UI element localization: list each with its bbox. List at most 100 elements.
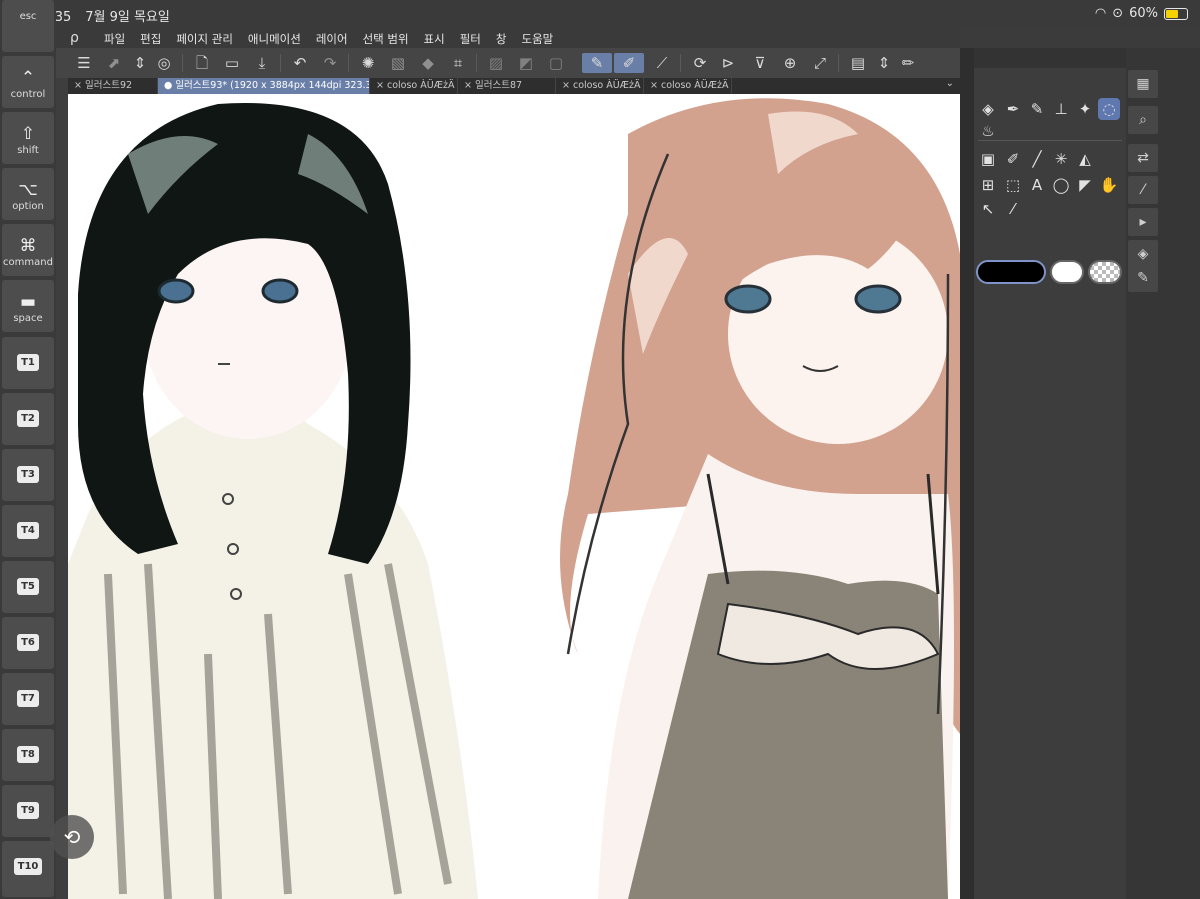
status-date: 7월 9일 목요일 <box>85 10 170 25</box>
menu-help[interactable]: 도움말 <box>521 31 553 47</box>
tabs-dropdown-icon[interactable]: ⌄ <box>946 78 954 89</box>
open-folder-icon[interactable]: ▭ <box>222 53 242 73</box>
text-icon[interactable]: A <box>1026 174 1048 196</box>
blend-icon[interactable]: ♨ <box>977 120 999 142</box>
canvas-settings-icon[interactable]: ▤ <box>848 53 868 73</box>
spiral-icon[interactable]: ◎ <box>154 53 174 73</box>
right-eye-left <box>724 284 772 314</box>
option-key[interactable]: ⌥ option <box>2 168 54 220</box>
menu-view[interactable]: 표시 <box>424 31 445 47</box>
menu-window[interactable]: 창 <box>496 31 507 47</box>
flip-vertical-icon[interactable]: ⊽ <box>750 53 770 73</box>
fill-pen-icon[interactable]: ✐ <box>1002 148 1024 170</box>
t2-key[interactable]: T2 <box>2 393 54 445</box>
ruler-icon[interactable]: ⟋ <box>652 53 672 73</box>
tab-illust93[interactable]: ● 일러스트93* (1920 x 3884px 144dpi 323.3%) <box>158 78 370 94</box>
sub-tool-icon[interactable]: ⇄ <box>1128 144 1158 172</box>
new-file-icon[interactable]: 🗋 <box>192 53 212 73</box>
t6-key[interactable]: T6 <box>2 617 54 669</box>
pen-icon[interactable]: ✒ <box>1002 98 1024 120</box>
t4-key[interactable]: T4 <box>2 505 54 557</box>
tab-coloso-1[interactable]: × coloso ÀÜÆżÄ <box>370 78 458 94</box>
menu-edit[interactable]: 편집 <box>140 31 161 47</box>
grid-icon[interactable]: ⊞ <box>977 174 999 196</box>
toolbar-divider <box>680 54 681 72</box>
pen-ruler-icon[interactable]: ✎ <box>582 53 612 73</box>
tab-illust87[interactable]: × 일러스트87 <box>458 78 556 94</box>
toolbar-divider <box>476 54 477 72</box>
rotate-canvas-icon[interactable]: ⟳ <box>690 53 710 73</box>
zoom-icon[interactable]: ⊕ <box>780 53 800 73</box>
shift-key[interactable]: ⇧ shift <box>2 112 54 164</box>
t9-key[interactable]: T9 <box>2 785 54 837</box>
pen-icon[interactable]: ✎ <box>1128 264 1158 292</box>
navigator-icon[interactable]: ▦ <box>1128 70 1158 98</box>
updown-icon[interactable]: ⇕ <box>130 53 150 73</box>
stamp-icon[interactable]: ⊥ <box>1050 98 1072 120</box>
t8-key[interactable]: T8 <box>2 729 54 781</box>
select-layer-icon[interactable]: ⬚ <box>1002 174 1024 196</box>
sub-color-swatch[interactable] <box>1050 260 1084 284</box>
frame-icon[interactable]: ◤ <box>1074 174 1096 196</box>
tab-coloso-3[interactable]: × coloso ÀÜÆżÄ <box>644 78 732 94</box>
redo-icon[interactable]: ↷ <box>320 53 340 73</box>
space-key[interactable]: ▬ space <box>2 280 54 332</box>
deselect-icon[interactable]: ▨ <box>486 53 506 73</box>
transform-icon[interactable]: ⬈ <box>104 53 124 73</box>
command-key[interactable]: ⌘ command <box>2 224 54 276</box>
t1-key[interactable]: T1 <box>2 337 54 389</box>
balloon-icon[interactable]: ◯ <box>1050 174 1072 196</box>
save-icon[interactable]: ⤓ <box>252 53 272 73</box>
gradient-icon[interactable]: ▣ <box>977 148 999 170</box>
tab-illust92[interactable]: × 일러스트92 <box>68 78 158 94</box>
sparkle-icon[interactable]: ✦ <box>1074 98 1096 120</box>
right-panel-strip[interactable] <box>960 48 974 899</box>
menu-animation[interactable]: 애니메이션 <box>248 31 301 47</box>
t5-key[interactable]: T5 <box>2 561 54 613</box>
hamburger-icon[interactable]: ☰ <box>74 53 94 73</box>
eyedropper-icon[interactable]: ⁄ <box>1002 198 1024 220</box>
control-key[interactable]: ⌃ control <box>2 56 54 108</box>
hand-icon[interactable]: ✋ <box>1098 174 1120 196</box>
clear-icon[interactable]: ▧ <box>388 53 408 73</box>
bucket-icon[interactable]: ◭ <box>1074 148 1096 170</box>
flip-horizontal-icon[interactable]: ⊳ <box>718 53 738 73</box>
t3-key[interactable]: T3 <box>2 449 54 501</box>
toolbar-divider <box>838 54 839 72</box>
fill-icon[interactable]: ◆ <box>418 53 438 73</box>
esc-key[interactable]: esc <box>2 0 54 52</box>
t10-key[interactable]: T10 <box>2 841 54 897</box>
updown-icon[interactable]: ⇕ <box>874 53 894 73</box>
menu-layer[interactable]: 레이어 <box>316 31 348 47</box>
right-eye-right <box>854 284 902 314</box>
menu-file[interactable]: 파일 <box>104 31 125 47</box>
object-select-icon[interactable]: ↖ <box>977 198 999 220</box>
animation-icon[interactable]: ▸ <box>1128 208 1158 236</box>
menu-page[interactable]: 페이지 관리 <box>176 31 233 47</box>
loading-icon[interactable]: ✺ <box>358 53 378 73</box>
app-logo-icon[interactable]: ρ <box>70 30 79 46</box>
brush-size-icon[interactable]: ⁄ <box>1128 176 1158 204</box>
t7-key[interactable]: T7 <box>2 673 54 725</box>
fit-screen-icon[interactable]: ⤢ <box>810 53 830 73</box>
rotate-view-button[interactable]: ⟲ <box>50 815 94 859</box>
transparent-color-swatch[interactable] <box>1088 260 1122 284</box>
tab-coloso-2[interactable]: × coloso ÀÜÆżÄ <box>556 78 644 94</box>
eraser-icon[interactable]: ◈ <box>977 98 999 120</box>
brush-ruler-icon[interactable]: ✐ <box>614 53 644 73</box>
pencil-icon[interactable]: ✎ <box>1026 98 1048 120</box>
left-panel-strip[interactable] <box>56 48 68 899</box>
crop-icon[interactable]: ⌗ <box>448 53 468 73</box>
magic-wand-icon[interactable]: ✳ <box>1050 148 1072 170</box>
pen-edit-icon[interactable]: ✏ <box>898 53 918 73</box>
search-icon[interactable]: ⌕ <box>1128 106 1158 134</box>
drawing-canvas[interactable] <box>68 94 960 899</box>
lasso-icon[interactable]: ◌ <box>1098 98 1120 120</box>
invert-selection-icon[interactable]: ◩ <box>516 53 536 73</box>
menu-filter[interactable]: 필터 <box>460 31 481 47</box>
undo-icon[interactable]: ↶ <box>290 53 310 73</box>
menu-selection[interactable]: 선택 범위 <box>363 31 409 47</box>
main-color-swatch[interactable] <box>976 260 1046 284</box>
line-icon[interactable]: ╱ <box>1026 148 1048 170</box>
selection-frame-icon[interactable]: ▢ <box>546 53 566 73</box>
